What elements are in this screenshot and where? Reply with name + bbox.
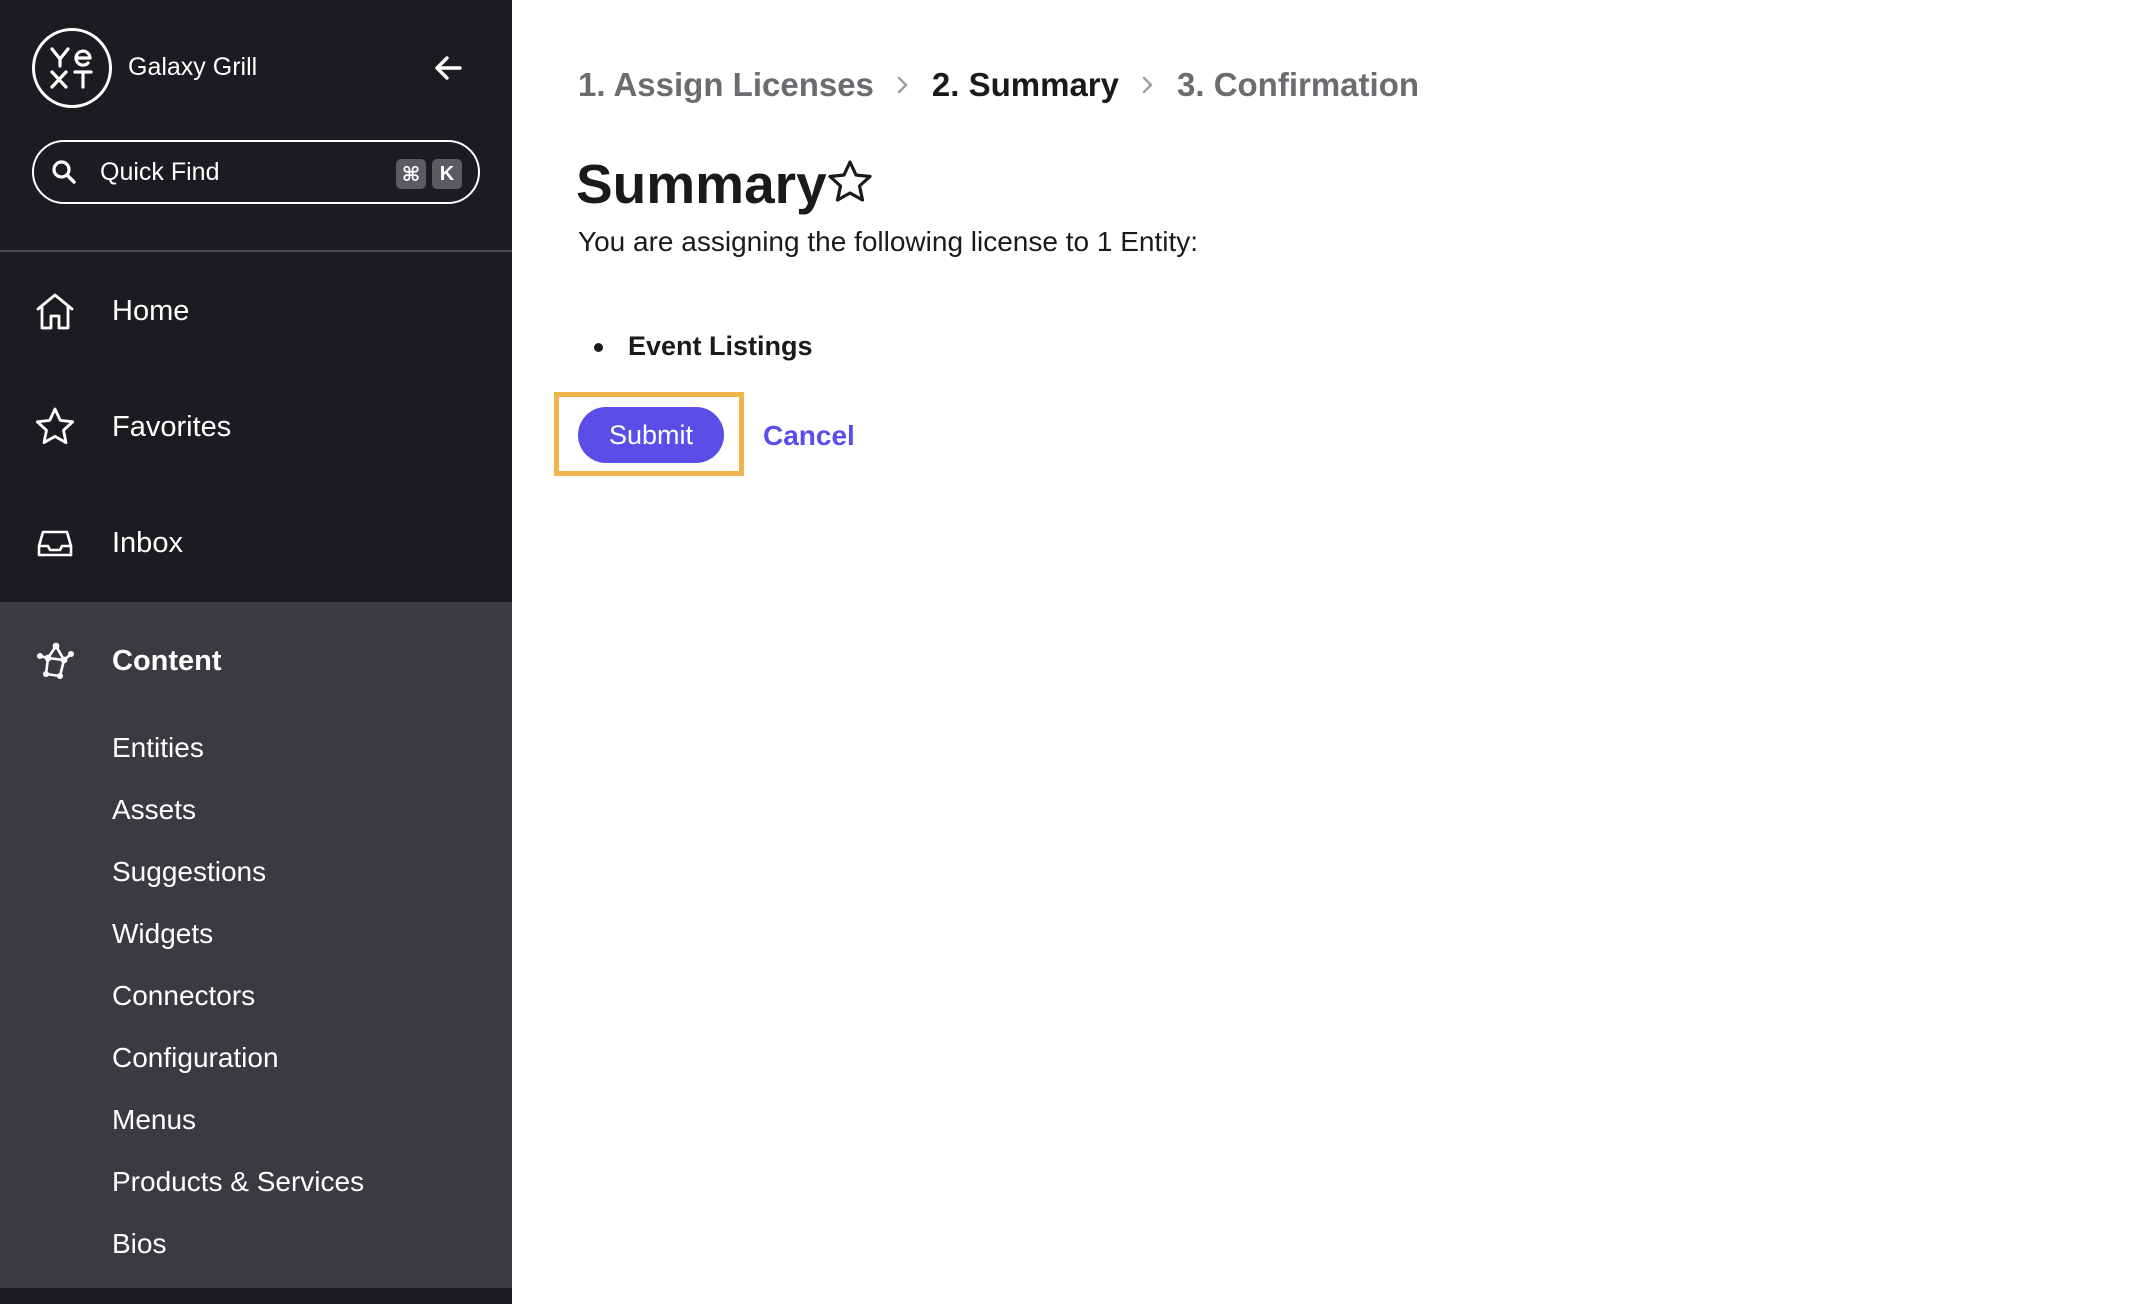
- chevron-right-icon: [1137, 74, 1159, 96]
- sidebar-section-content: Content Entities Assets Suggestions Widg…: [0, 602, 512, 1288]
- sidebar-subitem-bios[interactable]: Bios: [112, 1226, 166, 1262]
- home-icon: [36, 293, 74, 330]
- sidebar-subitem-configuration[interactable]: Configuration: [112, 1040, 279, 1076]
- sidebar-header: Galaxy Grill Quick Find ⌘ K: [0, 0, 512, 252]
- breadcrumb-step-confirmation: 3. Confirmation: [1177, 66, 1420, 103]
- sidebar-subitem-entities[interactable]: Entities: [112, 730, 204, 766]
- favorite-star-icon[interactable]: [826, 158, 874, 206]
- sidebar-item-label: Home: [112, 295, 190, 327]
- submit-button[interactable]: Submit: [578, 407, 724, 463]
- inbox-icon: [37, 530, 73, 557]
- license-list: Event Listings: [578, 328, 813, 364]
- sidebar-subitem-products-services[interactable]: Products & Services: [112, 1164, 364, 1200]
- sidebar-subitem-assets[interactable]: Assets: [112, 792, 196, 828]
- sidebar-item-label: Favorites: [112, 411, 232, 443]
- sidebar-item-label: Content: [112, 645, 222, 677]
- content-network-icon: [37, 642, 74, 679]
- sidebar-item-home[interactable]: Home: [0, 252, 512, 368]
- sidebar: Galaxy Grill Quick Find ⌘ K Home Favorit…: [0, 0, 512, 1304]
- cancel-link[interactable]: Cancel: [763, 418, 855, 454]
- shortcut-cmd-key: ⌘: [396, 159, 426, 189]
- summary-description: You are assigning the following license …: [578, 226, 1199, 257]
- sidebar-subitem-widgets[interactable]: Widgets: [112, 916, 213, 952]
- search-icon: [52, 160, 76, 184]
- yext-logo-icon[interactable]: [32, 28, 112, 108]
- license-name: Event Listings: [628, 331, 813, 361]
- star-icon: [35, 407, 75, 444]
- sidebar-item-inbox[interactable]: Inbox: [0, 484, 512, 600]
- sidebar-item-label: Inbox: [112, 527, 183, 559]
- bullet: [594, 343, 603, 352]
- quick-find-label: Quick Find: [100, 158, 220, 186]
- chevron-right-icon: [892, 74, 914, 96]
- page-title: Summary: [576, 153, 827, 215]
- sidebar-item-content[interactable]: Content: [0, 602, 512, 718]
- main-content: 1. Assign Licenses 2. Summary 3. Confirm…: [512, 0, 2138, 1304]
- breadcrumb-step-assign-licenses[interactable]: 1. Assign Licenses: [578, 64, 874, 106]
- breadcrumb-step-summary: 2. Summary: [931, 66, 1119, 103]
- arrow-left-icon: [435, 56, 462, 80]
- sidebar-subitem-suggestions[interactable]: Suggestions: [112, 854, 266, 890]
- sidebar-subitem-connectors[interactable]: Connectors: [112, 978, 255, 1014]
- shortcut-k-key: K: [432, 159, 462, 189]
- breadcrumb: 1. Assign Licenses 2. Summary 3. Confirm…: [578, 64, 1419, 106]
- list-item: Event Listings: [578, 328, 813, 364]
- sidebar-subitem-menus[interactable]: Menus: [112, 1102, 196, 1138]
- quick-find-input[interactable]: Quick Find ⌘ K: [32, 140, 480, 204]
- sidebar-item-favorites[interactable]: Favorites: [0, 368, 512, 484]
- org-name: Galaxy Grill: [128, 53, 258, 81]
- collapse-sidebar-button[interactable]: [428, 48, 468, 88]
